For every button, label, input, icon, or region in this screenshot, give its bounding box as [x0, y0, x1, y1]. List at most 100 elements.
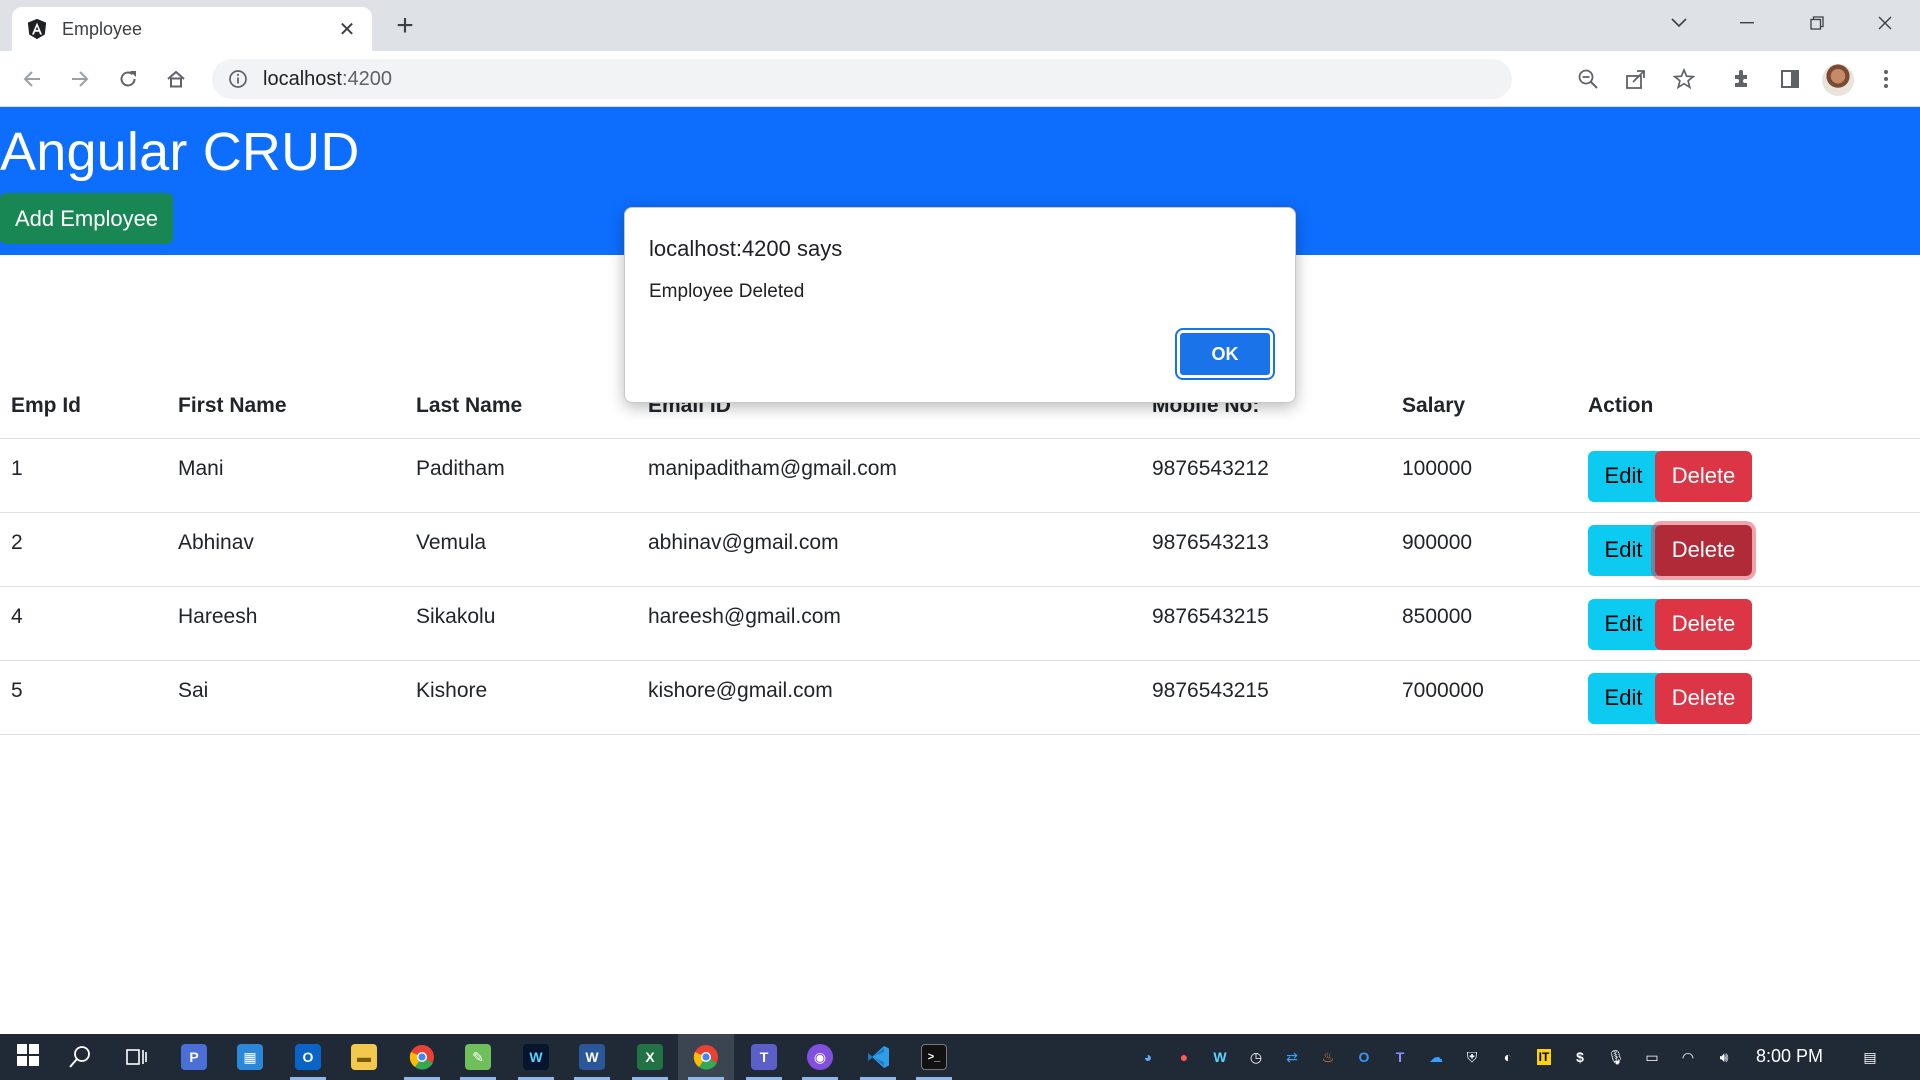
windows-logo-icon: [16, 1043, 40, 1072]
cell-mobile: 9876543215: [1141, 660, 1391, 735]
github-icon[interactable]: ◉: [792, 1034, 848, 1080]
cell-email: hareesh@gmail.com: [637, 586, 1141, 661]
terminal-icon[interactable]: >_: [906, 1034, 962, 1080]
app-people-icon[interactable]: P: [166, 1034, 222, 1080]
taskbar-clock[interactable]: 8:00 PM: [1756, 1046, 1823, 1067]
tray-webex-icon[interactable]: W: [1208, 1045, 1232, 1069]
tray-record-icon[interactable]: ●: [1172, 1045, 1196, 1069]
word-icon[interactable]: W: [564, 1034, 620, 1080]
site-info-icon[interactable]: [225, 66, 251, 92]
forward-icon[interactable]: [64, 63, 96, 95]
tray-security-icon[interactable]: ⛨: [1460, 1045, 1484, 1069]
cell-salary: 7000000: [1391, 660, 1577, 735]
restore-icon[interactable]: [1794, 8, 1840, 38]
tray-wifi-icon[interactable]: ◠: [1676, 1045, 1700, 1069]
tray-battery-icon[interactable]: ▭: [1640, 1045, 1664, 1069]
bookmark-star-icon[interactable]: [1668, 63, 1700, 95]
header-first-name: First Name: [167, 375, 405, 439]
edit-button[interactable]: Edit: [1588, 598, 1659, 650]
notepad-icon[interactable]: ✎: [450, 1034, 506, 1080]
header-salary: Salary: [1391, 375, 1577, 439]
edit-button[interactable]: Edit: [1588, 450, 1659, 502]
notification-center-icon[interactable]: ▤: [1858, 1045, 1882, 1069]
excel-icon[interactable]: X: [622, 1034, 678, 1080]
new-tab-icon[interactable]: +: [390, 11, 420, 42]
delete-button[interactable]: Delete: [1655, 672, 1752, 724]
table-row: 5 Sai Kishore kishore@gmail.com 98765432…: [0, 660, 1920, 735]
zoom-icon[interactable]: [1572, 63, 1604, 95]
profile-avatar[interactable]: [1822, 64, 1854, 96]
cell-emp-id: 4: [0, 586, 167, 661]
cell-emp-id: 2: [0, 512, 167, 587]
alert-dialog: localhost:4200 says Employee Deleted OK: [624, 207, 1296, 403]
search-icon[interactable]: [52, 1034, 108, 1080]
cell-action: Edit Delete: [1577, 512, 1920, 587]
cell-mobile: 9876543213: [1141, 512, 1391, 587]
home-icon[interactable]: [160, 63, 192, 95]
delete-button[interactable]: Delete: [1655, 524, 1752, 576]
cell-email: abhinav@gmail.com: [637, 512, 1141, 587]
windows-taskbar: P ▦ O ▬ ✎ W W X T ◉ >_ ◕ ● W ◷ ⇄ ♨ O T ☁…: [0, 1034, 1920, 1080]
kebab-menu-icon[interactable]: [1870, 63, 1902, 95]
share-icon[interactable]: [1620, 63, 1652, 95]
delete-button[interactable]: Delete: [1655, 598, 1752, 650]
back-icon[interactable]: [16, 63, 48, 95]
tray-dollar-icon[interactable]: $: [1568, 1045, 1592, 1069]
dialog-message: Employee Deleted: [649, 281, 805, 302]
cell-last-name: Paditham: [405, 438, 637, 513]
calendar-icon[interactable]: ▦: [222, 1034, 278, 1080]
tray-sync-icon[interactable]: ⇄: [1280, 1045, 1304, 1069]
tray-edge-icon[interactable]: ◕: [1136, 1045, 1160, 1069]
cell-salary: 850000: [1391, 586, 1577, 661]
extensions-icon[interactable]: [1726, 63, 1758, 95]
tray-app-icon[interactable]: ◐: [1496, 1045, 1520, 1069]
page-content: Angular CRUD Add Employee Emp Id First N…: [0, 107, 1920, 1034]
tab-search-chevron-icon[interactable]: [1656, 8, 1702, 38]
reload-icon[interactable]: [112, 63, 144, 95]
cell-last-name: Vemula: [405, 512, 637, 587]
file-explorer-icon[interactable]: ▬: [336, 1034, 392, 1080]
browser-tab[interactable]: Employee ✕: [12, 7, 372, 51]
minimize-icon[interactable]: [1724, 8, 1770, 38]
add-employee-button[interactable]: Add Employee: [0, 193, 173, 244]
webex-icon[interactable]: W: [508, 1034, 564, 1080]
cell-email: kishore@gmail.com: [637, 660, 1141, 735]
table-row: 2 Abhinav Vemula abhinav@gmail.com 98765…: [0, 512, 1920, 587]
browser-toolbar: localhost:4200: [0, 51, 1920, 107]
tray-volume-icon[interactable]: 🔊︎: [1712, 1045, 1736, 1069]
outlook-icon[interactable]: O: [280, 1034, 336, 1080]
url-port: :4200: [341, 67, 392, 90]
address-bar[interactable]: localhost:4200: [212, 59, 1512, 99]
app-title: Angular CRUD: [0, 122, 360, 182]
tray-it-icon[interactable]: IT: [1532, 1045, 1556, 1069]
chrome-icon[interactable]: [678, 1034, 734, 1080]
teams-icon[interactable]: T: [736, 1034, 792, 1080]
chrome-dev-icon[interactable]: [394, 1034, 450, 1080]
edit-button[interactable]: Edit: [1588, 672, 1659, 724]
task-view-icon[interactable]: [108, 1034, 164, 1080]
browser-tab-strip: Employee ✕ +: [0, 0, 1920, 51]
tray-java-icon[interactable]: ♨: [1316, 1045, 1340, 1069]
url-text: localhost:4200: [263, 68, 392, 91]
window-close-icon[interactable]: [1862, 8, 1908, 38]
tray-teams-icon[interactable]: T: [1388, 1045, 1412, 1069]
start-button[interactable]: [0, 1034, 56, 1080]
cell-salary: 100000: [1391, 438, 1577, 513]
cell-email: manipaditham@gmail.com: [637, 438, 1141, 513]
cell-mobile: 9876543212: [1141, 438, 1391, 513]
tray-outlook-icon[interactable]: O: [1352, 1045, 1376, 1069]
cell-action: Edit Delete: [1577, 438, 1920, 513]
tray-microphone-icon[interactable]: 🎙︎: [1604, 1045, 1628, 1069]
tray-clock-icon[interactable]: ◷: [1244, 1045, 1268, 1069]
dialog-ok-button[interactable]: OK: [1175, 328, 1275, 380]
tab-close-icon[interactable]: ✕: [336, 18, 358, 41]
cell-first-name: Hareesh: [167, 586, 405, 661]
side-panel-icon[interactable]: [1774, 63, 1806, 95]
angular-icon: [27, 18, 47, 40]
edit-button[interactable]: Edit: [1588, 524, 1659, 576]
vscode-icon[interactable]: [850, 1034, 906, 1080]
header-action: Action: [1577, 375, 1920, 439]
delete-button[interactable]: Delete: [1655, 450, 1752, 502]
cell-last-name: Sikakolu: [405, 586, 637, 661]
tray-onedrive-icon[interactable]: ☁: [1424, 1045, 1448, 1069]
